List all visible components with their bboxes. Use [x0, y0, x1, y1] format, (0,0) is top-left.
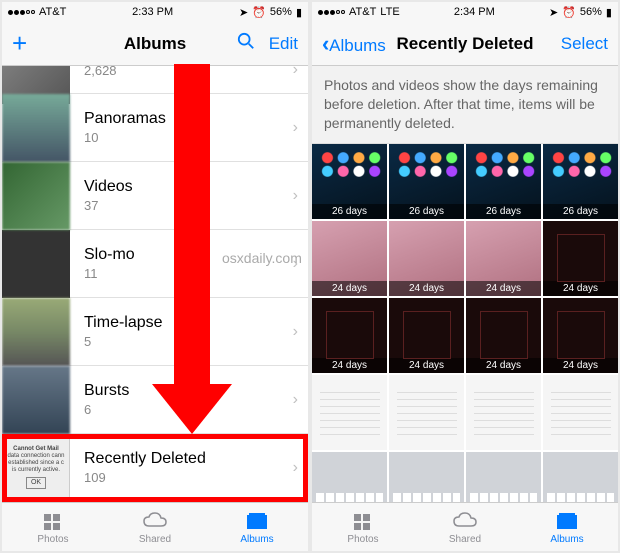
album-row[interactable]: Time-lapse5 › — [2, 298, 308, 366]
album-row[interactable]: Bursts6 › — [2, 366, 308, 434]
album-thumbnail — [2, 366, 70, 434]
status-bar: AT&T 2:33 PM ➤ ⏰ 56% ▮ — [2, 2, 308, 22]
photo-cell[interactable]: 26 days — [389, 144, 464, 219]
album-thumbnail — [2, 94, 70, 162]
cloud-icon — [452, 510, 478, 532]
battery-percent: 56% — [270, 6, 292, 18]
photo-cell[interactable]: 24 days — [543, 298, 618, 373]
photo-cell[interactable]: 24 days — [312, 221, 387, 296]
album-thumbnail — [2, 162, 70, 230]
info-banner: Photos and videos show the days remainin… — [312, 66, 618, 144]
photo-cell[interactable] — [466, 452, 541, 502]
chevron-right-icon: › — [293, 391, 298, 409]
nav-bar: + Albums Edit — [2, 22, 308, 66]
albums-icon — [554, 510, 580, 532]
add-button[interactable]: + — [12, 28, 27, 59]
alarm-icon: ⏰ — [562, 6, 576, 19]
photo-cell[interactable]: 26 days — [312, 144, 387, 219]
tab-photos[interactable]: Photos — [312, 503, 414, 551]
signal-dots-icon — [318, 10, 345, 15]
photo-cell[interactable]: 24 days — [543, 221, 618, 296]
chevron-right-icon: › — [293, 323, 298, 341]
photo-cell[interactable] — [389, 375, 464, 450]
photo-cell[interactable]: 24 days — [389, 221, 464, 296]
photo-cell[interactable]: 24 days — [312, 298, 387, 373]
photos-icon — [40, 510, 66, 532]
select-button[interactable]: Select — [561, 34, 608, 54]
network-label: LTE — [380, 6, 399, 18]
tab-albums[interactable]: Albums — [206, 503, 308, 551]
album-row-recently-deleted[interactable]: Cannot Get Mail data connection cann est… — [2, 434, 308, 502]
search-icon[interactable] — [237, 32, 255, 55]
tab-bar: Photos Shared Albums — [312, 502, 618, 551]
photo-cell[interactable] — [543, 375, 618, 450]
battery-percent: 56% — [580, 6, 602, 18]
chevron-right-icon: › — [293, 187, 298, 205]
album-thumbnail — [2, 230, 70, 298]
nav-bar: ‹ Albums Recently Deleted Select — [312, 22, 618, 66]
battery-icon: ▮ — [606, 6, 612, 19]
clock: 2:33 PM — [132, 6, 173, 18]
chevron-right-icon: › — [293, 459, 298, 477]
chevron-right-icon: › — [293, 119, 298, 137]
chevron-right-icon: › — [293, 255, 298, 273]
photo-cell[interactable]: 26 days — [543, 144, 618, 219]
photos-icon — [350, 510, 376, 532]
carrier-label: AT&T — [349, 6, 376, 18]
album-row[interactable]: Slo-mo11 › — [2, 230, 308, 298]
tab-bar: Photos Shared Albums — [2, 502, 308, 551]
album-row[interactable]: Videos37 › — [2, 162, 308, 230]
signal-dots-icon — [8, 10, 35, 15]
chevron-right-icon: › — [293, 66, 298, 79]
status-bar: AT&T LTE 2:34 PM ➤ ⏰ 56% ▮ — [312, 2, 618, 22]
albums-icon — [244, 510, 270, 532]
cloud-icon — [142, 510, 168, 532]
carrier-label: AT&T — [39, 6, 66, 18]
clock: 2:34 PM — [454, 6, 495, 18]
photo-cell[interactable] — [389, 452, 464, 502]
photo-grid: 26 days 26 days 26 days 26 days 24 days … — [312, 144, 618, 502]
deleted-content[interactable]: Photos and videos show the days remainin… — [312, 66, 618, 502]
albums-list[interactable]: 2,628 › Panoramas10 › Videos37 › Slo-mo1… — [2, 66, 308, 502]
photo-cell[interactable] — [543, 452, 618, 502]
album-thumbnail: Cannot Get Mail data connection cann est… — [2, 434, 70, 502]
photo-cell[interactable]: 26 days — [466, 144, 541, 219]
location-icon: ➤ — [549, 6, 558, 19]
location-icon: ➤ — [239, 6, 248, 19]
phone-right: AT&T LTE 2:34 PM ➤ ⏰ 56% ▮ ‹ Albums Rece… — [312, 2, 618, 551]
tab-shared[interactable]: Shared — [414, 503, 516, 551]
photo-cell[interactable]: 24 days — [389, 298, 464, 373]
album-row[interactable]: Panoramas10 › — [2, 94, 308, 162]
photo-cell[interactable] — [312, 452, 387, 502]
tab-photos[interactable]: Photos — [2, 503, 104, 551]
back-button[interactable]: ‹ Albums — [322, 31, 386, 57]
album-thumbnail — [2, 298, 70, 366]
tab-albums[interactable]: Albums — [516, 503, 618, 551]
battery-icon: ▮ — [296, 6, 302, 19]
tab-shared[interactable]: Shared — [104, 503, 206, 551]
photo-cell[interactable] — [312, 375, 387, 450]
photo-cell[interactable] — [466, 375, 541, 450]
photo-cell[interactable]: 24 days — [466, 221, 541, 296]
album-row[interactable]: 2,628 › — [2, 66, 308, 94]
alarm-icon: ⏰ — [252, 6, 266, 19]
photo-cell[interactable]: 24 days — [466, 298, 541, 373]
phone-left: AT&T 2:33 PM ➤ ⏰ 56% ▮ + Albums Edit 2,6… — [2, 2, 308, 551]
edit-button[interactable]: Edit — [269, 34, 298, 54]
